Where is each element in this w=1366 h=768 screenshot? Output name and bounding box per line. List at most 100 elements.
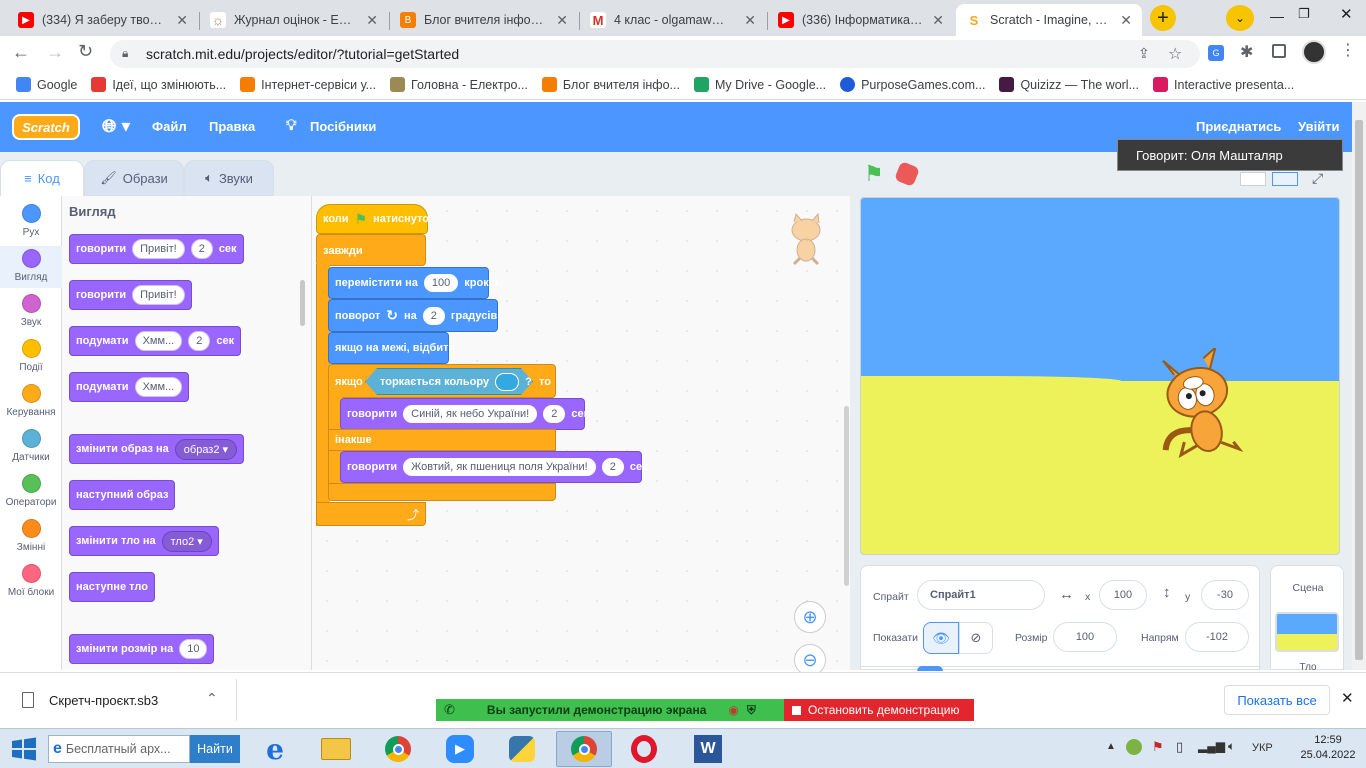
category-looks[interactable]: Вигляд bbox=[0, 246, 62, 288]
browser-tab[interactable]: ☼ Журнал оцінок - Елект ✕ bbox=[200, 4, 388, 36]
stage-pane[interactable]: Сцена Тло bbox=[1270, 565, 1344, 673]
category-control[interactable]: Керування bbox=[0, 384, 62, 418]
turn-block[interactable]: поворот ↻ на 2 градусів bbox=[328, 299, 498, 332]
backdrop-thumbnail[interactable] bbox=[1275, 612, 1339, 652]
reload-icon[interactable]: ↻ bbox=[78, 41, 93, 62]
python-taskbar-icon[interactable] bbox=[494, 731, 550, 767]
close-icon[interactable]: ✕ bbox=[1120, 12, 1132, 29]
y-input[interactable]: -30 bbox=[1201, 580, 1249, 610]
palette-scrollbar[interactable] bbox=[300, 280, 305, 326]
category-variables[interactable]: Змінні bbox=[0, 519, 62, 553]
close-icon[interactable]: ✕ bbox=[366, 12, 378, 29]
battery-icon[interactable]: ▯ bbox=[1176, 739, 1183, 755]
bookmark-item[interactable]: Головна - Електро... bbox=[390, 77, 528, 92]
block-input[interactable]: 2 bbox=[190, 239, 213, 259]
chrome-active-taskbar-icon[interactable] bbox=[556, 731, 612, 767]
minimize-icon[interactable]: — bbox=[1270, 8, 1284, 24]
zoom-in-icon[interactable]: ⊕ bbox=[794, 601, 826, 633]
category-operators[interactable]: Оператори bbox=[0, 474, 62, 508]
think-for-secs-block[interactable]: подумати Хмм... 2 сек bbox=[69, 326, 242, 356]
hide-eye-icon[interactable]: ⊘ bbox=[959, 622, 993, 654]
taskbar-search-button[interactable]: Найти bbox=[190, 735, 240, 763]
address-bar[interactable]: 🔒︎ scratch.mit.edu/projects/editor/?tuto… bbox=[110, 40, 1200, 68]
message-input[interactable]: Синій, як небо України! bbox=[403, 405, 538, 423]
next-backdrop-block[interactable]: наступне тло bbox=[69, 572, 155, 602]
tray-up-icon[interactable]: ▲ bbox=[1106, 741, 1116, 752]
workspace-scrollbar[interactable] bbox=[844, 406, 849, 586]
word-taskbar-icon[interactable]: W bbox=[680, 731, 736, 767]
size-input[interactable]: 100 bbox=[1053, 622, 1117, 652]
block-input[interactable]: Привіт! bbox=[132, 239, 185, 259]
say-for-secs-block[interactable]: говорити Синій, як небо України! 2 сек bbox=[340, 398, 589, 430]
backdrop-dropdown[interactable]: тло2 ▾ bbox=[161, 530, 212, 552]
category-myblocks[interactable]: Мої блоки bbox=[0, 564, 62, 598]
degrees-input[interactable]: 2 bbox=[422, 306, 445, 325]
bookmark-item[interactable]: Interactive presenta... bbox=[1153, 77, 1294, 92]
fullscreen-icon[interactable]: ⤢ bbox=[1312, 170, 1323, 187]
avatar[interactable] bbox=[1302, 40, 1326, 64]
set-size-block[interactable]: змінити розмір на 10 bbox=[69, 634, 215, 664]
restore-icon[interactable]: ❐ bbox=[1298, 6, 1310, 22]
touching-color-block[interactable]: торкається кольору ? bbox=[365, 368, 533, 395]
signal-icon[interactable]: ▂▄▆ bbox=[1198, 739, 1225, 753]
taskbar-search-input[interactable]: e Бесплатный арх... bbox=[48, 735, 190, 763]
category-sound[interactable]: Звук bbox=[0, 294, 62, 328]
close-icon[interactable]: ✕ bbox=[176, 12, 188, 29]
block-input[interactable]: Привіт! bbox=[132, 285, 185, 305]
chrome-taskbar-icon[interactable] bbox=[370, 731, 426, 767]
block-input[interactable]: Хмм... bbox=[134, 377, 183, 397]
clock[interactable]: 12:59 25.04.2022 bbox=[1298, 734, 1358, 761]
block-input[interactable]: 2 bbox=[188, 331, 211, 351]
download-filename[interactable]: Скретч-проєкт.sb3 bbox=[49, 693, 158, 708]
signin-link[interactable]: Увійти bbox=[1298, 119, 1340, 134]
small-stage-icon[interactable] bbox=[1240, 172, 1266, 186]
sprite-thumb[interactable] bbox=[917, 666, 943, 671]
share-icon[interactable]: ⇪ bbox=[1138, 45, 1150, 62]
say-block[interactable]: говорити Привіт! bbox=[69, 280, 192, 310]
new-tab-icon[interactable]: + bbox=[1150, 5, 1176, 31]
browser-tab[interactable]: M 4 клас - olgamaw@gm ✕ bbox=[580, 4, 766, 36]
chevron-down-icon[interactable]: ⌄ bbox=[1226, 5, 1254, 31]
block-input[interactable]: Хмм... bbox=[134, 331, 183, 351]
star-icon[interactable]: ☆ bbox=[1168, 44, 1182, 64]
menu-file[interactable]: Файл bbox=[152, 119, 187, 134]
zoom-taskbar-icon[interactable]: ▶︎ bbox=[432, 731, 488, 767]
x-input[interactable]: 100 bbox=[1099, 580, 1147, 610]
switch-backdrop-block[interactable]: змінити тло на тло2 ▾ bbox=[69, 526, 219, 556]
join-link[interactable]: Приєднатись bbox=[1196, 119, 1281, 134]
globe-icon[interactable]: 🌐︎ ▾ bbox=[102, 116, 130, 137]
think-block[interactable]: подумати Хмм... bbox=[69, 372, 190, 402]
back-icon[interactable]: ← bbox=[12, 42, 30, 63]
show-eye-icon[interactable]: 👁︎ bbox=[923, 622, 959, 654]
bookmark-item[interactable]: Google bbox=[16, 77, 77, 92]
bookmark-item[interactable]: Інтернет-сервіси у... bbox=[240, 77, 376, 92]
tab-sounds[interactable]: 🔈︎ Звуки bbox=[184, 160, 274, 196]
green-flag-icon[interactable]: ⚑ bbox=[864, 161, 884, 187]
category-events[interactable]: Події bbox=[0, 339, 62, 373]
cat-sprite[interactable] bbox=[1153, 344, 1248, 463]
tab-costumes[interactable]: 🖌︎ Образи bbox=[84, 160, 184, 196]
translate-icon[interactable]: G bbox=[1208, 45, 1224, 61]
browser-tab[interactable]: ▶ (334) Я заберу твою се ✕ bbox=[8, 4, 198, 36]
chevron-up-icon[interactable]: ⌃ bbox=[206, 690, 218, 707]
when-flag-clicked-block[interactable]: коли ⚑ натиснуто bbox=[316, 204, 429, 234]
move-steps-block[interactable]: перемістити на 100 кроків bbox=[328, 267, 499, 299]
if-else-block[interactable]: якщо торкається кольору ? то bbox=[328, 364, 556, 398]
bounce-block[interactable]: якщо на межі, відбити bbox=[328, 332, 455, 364]
browser-tab[interactable]: B Блог вчителя інформа ✕ bbox=[390, 4, 578, 36]
normal-stage-icon[interactable] bbox=[1272, 172, 1298, 186]
bookmark-item[interactable]: My Drive - Google... bbox=[693, 77, 826, 92]
say-for-secs-block[interactable]: говорити Жовтий, як пшениця поля України!… bbox=[340, 451, 648, 483]
say-for-secs-block[interactable]: говорити Привіт! 2 сек bbox=[69, 234, 244, 264]
block-input[interactable]: 10 bbox=[179, 639, 208, 659]
opera-taskbar-icon[interactable] bbox=[616, 731, 672, 767]
forward-icon[interactable]: → bbox=[46, 42, 64, 63]
close-icon[interactable]: ✕ bbox=[1341, 689, 1354, 707]
category-sensing[interactable]: Датчики bbox=[0, 429, 62, 463]
close-window-icon[interactable]: ✕ bbox=[1340, 5, 1353, 23]
bookmark-item[interactable]: PurposeGames.com... bbox=[840, 77, 985, 92]
costume-dropdown[interactable]: образ2 ▾ bbox=[174, 438, 238, 460]
sprite-name-input[interactable]: Спрайт1 bbox=[917, 580, 1045, 610]
bookmark-item[interactable]: Ідеї, що змінюють... bbox=[91, 77, 226, 92]
close-icon[interactable]: ✕ bbox=[556, 12, 568, 29]
